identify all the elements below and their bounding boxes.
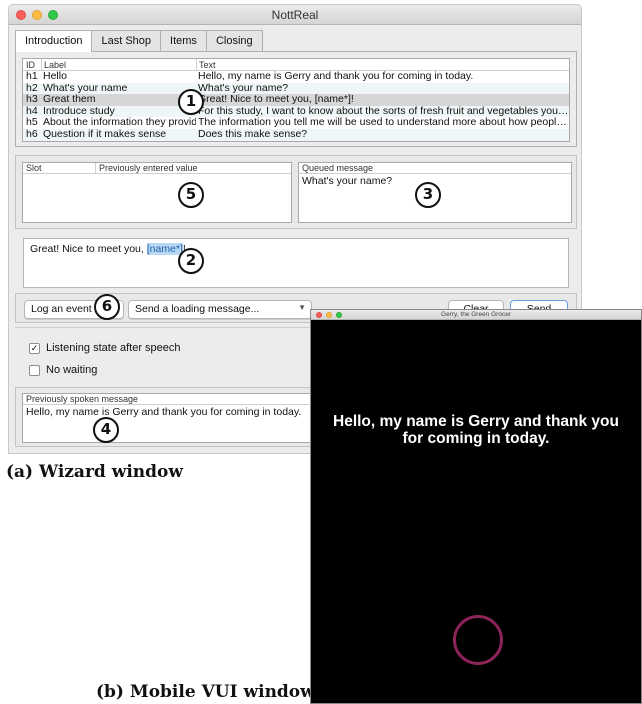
- column-slot[interactable]: Slot: [23, 163, 95, 173]
- column-previous-value[interactable]: Previously entered value: [95, 163, 291, 173]
- marker-4: 4: [93, 417, 119, 443]
- slots-table[interactable]: Slot Previously entered value: [22, 162, 292, 223]
- listening-state-checkbox[interactable]: ✓ Listening state after speech: [29, 342, 181, 354]
- table-row-selected[interactable]: h3 Great them Great! Nice to meet you, […: [23, 94, 569, 106]
- tab-bar: Introduction Last Shop Items Closing: [15, 30, 263, 52]
- marker-3: 3: [415, 182, 441, 208]
- tab-panel: ID Label Text h1 Hello Hello, my name is…: [15, 51, 577, 147]
- marker-2: 2: [178, 248, 204, 274]
- column-label[interactable]: Label: [41, 59, 196, 70]
- wizard-titlebar: NottReal: [9, 5, 581, 25]
- no-waiting-checkbox[interactable]: No waiting: [29, 364, 97, 376]
- queued-message-header: Queued message: [302, 163, 374, 173]
- vui-window: Gerry, the Green Grocer Hello, my name i…: [310, 309, 642, 704]
- tab-items[interactable]: Items: [160, 30, 207, 51]
- caption-wizard: (a) Wizard window: [6, 462, 184, 482]
- table-row[interactable]: h5 About the information they provide Th…: [23, 117, 569, 129]
- column-id[interactable]: ID: [23, 59, 41, 70]
- table-header: ID Label Text: [23, 59, 569, 71]
- tab-closing[interactable]: Closing: [205, 30, 263, 51]
- column-text[interactable]: Text: [196, 59, 569, 70]
- table-row[interactable]: h4 Introduce study For this study, I wan…: [23, 105, 569, 118]
- checkmark-icon: ✓: [29, 342, 40, 354]
- marker-6: 6: [94, 294, 120, 320]
- loading-message-dropdown[interactable]: Send a loading message... ▼: [128, 300, 312, 319]
- tab-introduction[interactable]: Introduction: [15, 30, 93, 52]
- slot-placeholder[interactable]: [name*]: [146, 243, 183, 255]
- vui-spoken-message: Hello, my name is Gerry and thank you fo…: [333, 413, 619, 447]
- marker-5: 5: [178, 182, 204, 208]
- table-row[interactable]: h2 What's your name What's your name?: [23, 82, 569, 95]
- message-editor[interactable]: Great! Nice to meet you, [name*]!: [23, 238, 569, 288]
- vui-window-title: Gerry, the Green Grocer: [441, 311, 511, 318]
- caption-vui: (b) Mobile VUI window: [96, 682, 315, 702]
- messages-table: ID Label Text h1 Hello Hello, my name is…: [22, 58, 570, 142]
- window-title: NottReal: [271, 8, 319, 22]
- vui-titlebar: Gerry, the Green Grocer: [311, 310, 641, 320]
- chevron-down-icon: ▼: [298, 303, 306, 312]
- marker-1: 1: [178, 89, 204, 115]
- table-row[interactable]: h1 Hello Hello, my name is Gerry and tha…: [23, 71, 569, 83]
- tab-last-shop[interactable]: Last Shop: [91, 30, 162, 51]
- previously-spoken-header: Previously spoken message: [26, 394, 139, 404]
- slots-and-queue-section: Slot Previously entered value Queued mes…: [15, 155, 577, 229]
- listening-ring-icon: [453, 615, 503, 665]
- table-row[interactable]: h6 Question if it makes sense Does this …: [23, 128, 569, 141]
